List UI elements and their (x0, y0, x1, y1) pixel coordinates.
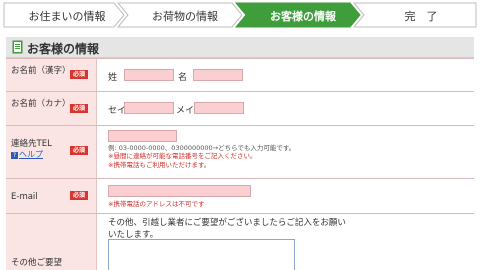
label-cell: お名前（漢字） 必須 (6, 59, 97, 91)
help-link[interactable]: ? ヘルプ (11, 149, 43, 160)
row-email: E-mail 必須 ※携帯電話のアドレスは不可です (6, 178, 474, 213)
row-tel: 連絡先TEL ? ヘルプ 必須 例: 03-0000-0000、030000000… (6, 125, 474, 178)
field-label-name-kanji: お名前（漢字） (11, 66, 71, 76)
email-note: ※携帯電話のアドレスは不可です (108, 200, 205, 208)
last-name-prefix: 姓 (108, 73, 118, 83)
required-badge: 必須 (70, 70, 88, 79)
step-2-label: お荷物の情報 (152, 10, 218, 23)
help-link-text: ヘルプ (19, 150, 43, 159)
email-input[interactable] (108, 185, 251, 197)
section-title: お客様の情報 (27, 42, 100, 56)
field-area: 例: 03-0000-0000、0300000000→どちらでも入力可能です。 … (102, 126, 474, 178)
section-header: お客様の情報 (6, 37, 474, 58)
last-name-kanji-input[interactable] (124, 69, 174, 81)
form-document-icon (12, 40, 23, 54)
first-name-kana-input[interactable] (194, 102, 244, 114)
row-name-kanji: お名前（漢字） 必須 姓 名 (6, 58, 474, 91)
field-area: ※携帯電話のアドレスは不可です (102, 179, 474, 213)
field-label-request: その他ご要望 (11, 258, 63, 268)
field-area: セイ メイ (102, 92, 474, 125)
last-name-kana-input[interactable] (124, 102, 174, 114)
first-name-kana-prefix: メイ (176, 106, 195, 116)
label-cell: お名前（カナ） 必須 (6, 92, 97, 125)
label-cell: その他ご要望 (6, 214, 97, 270)
row-request: その他ご要望 その他、引越し業者にご要望がございましたらご記入をお願いいたします… (6, 213, 474, 270)
customer-form: お名前（漢字） 必須 姓 名 お名前（カナ） 必須 セイ メイ 連絡先TEL ?… (6, 58, 474, 270)
field-area: 姓 名 (102, 59, 474, 91)
required-badge: 必須 (70, 146, 88, 155)
required-badge: 必須 (70, 191, 88, 200)
help-icon: ? (11, 152, 18, 159)
step-1-label: お住まいの情報 (28, 10, 106, 23)
label-cell: E-mail 必須 (6, 179, 97, 213)
row-name-kana: お名前（カナ） 必須 セイ メイ (6, 91, 474, 125)
tel-input[interactable] (108, 130, 177, 142)
tel-note-mobile: ※携帯電話もご利用いただけます。 (108, 161, 211, 169)
request-description: その他、引越し業者にご要望がございましたらご記入をお願いいたします。 (108, 218, 346, 240)
field-label-email: E-mail (11, 192, 38, 202)
field-label-name-kana: お名前（カナ） (11, 99, 71, 109)
step-3-label: お客様の情報 (270, 10, 336, 23)
field-area: その他、引越し業者にご要望がございましたらご記入をお願いいたします。 (102, 214, 474, 270)
required-badge: 必須 (70, 104, 88, 113)
label-cell: 連絡先TEL ? ヘルプ 必須 (6, 126, 97, 178)
first-name-prefix: 名 (178, 73, 188, 83)
tel-note-daytime: ※昼間に連絡が可能な電話番号をご記入ください。 (108, 152, 257, 160)
step-4-label: 完 了 (404, 10, 438, 23)
progress-steps: お住まいの情報 お荷物の情報 お客様の情報 完 了 (0, 0, 480, 30)
request-textarea[interactable] (108, 239, 295, 270)
first-name-kanji-input[interactable] (193, 69, 243, 81)
